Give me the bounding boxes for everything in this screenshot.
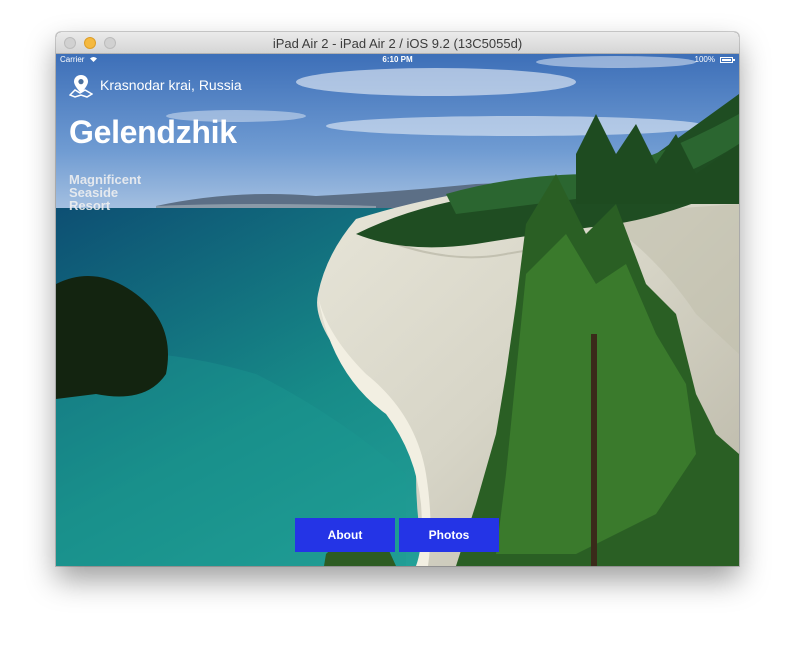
tagline-line: Resort [69, 198, 111, 213]
status-time: 6:10 PM [382, 55, 413, 64]
simulator-window: iPad Air 2 - iPad Air 2 / iOS 9.2 (13C50… [56, 32, 739, 566]
about-button[interactable]: About [295, 518, 395, 552]
battery-percent: 100% [694, 55, 715, 64]
location-label: Krasnodar krai, Russia [100, 77, 242, 93]
battery-icon [720, 57, 735, 63]
tagline: Magnificent Seaside Resort [69, 173, 141, 212]
map-pin-icon [69, 75, 93, 98]
city-title: Gelendzhik [69, 114, 237, 150]
photos-button[interactable]: Photos [399, 518, 499, 552]
title-bar: iPad Air 2 - iPad Air 2 / iOS 9.2 (13C50… [56, 32, 739, 54]
window-title: iPad Air 2 - iPad Air 2 / iOS 9.2 (13C50… [272, 36, 523, 51]
app-screen: Carrier 6:10 PM 100% Krasnodar krai, Rus… [56, 54, 739, 566]
status-bar: Carrier 6:10 PM 100% [56, 54, 739, 66]
